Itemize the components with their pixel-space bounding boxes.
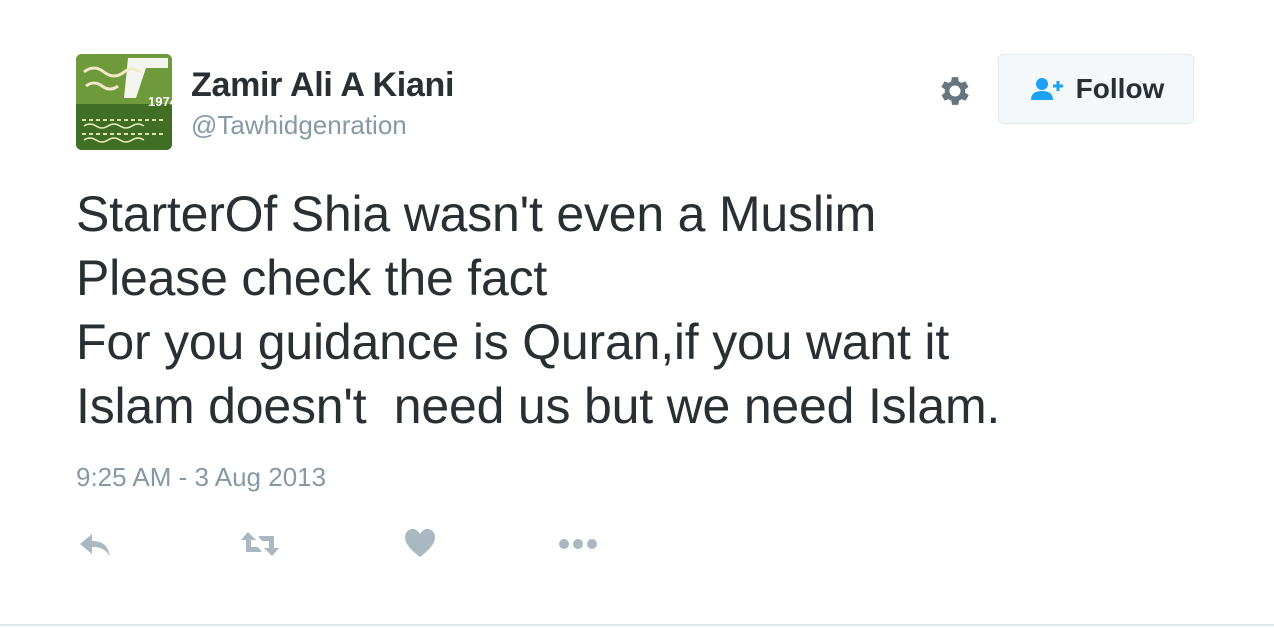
tweet-text: StarterOf Shia wasn't even a Muslim Plea… [76,182,1226,438]
author-handle[interactable]: @Tawhidgenration [191,110,407,141]
tweet-text-line: StarterOf Shia wasn't even a Muslim [76,186,877,242]
follow-label: Follow [1075,73,1165,104]
tweet-text-line: For you guidance is Quran,if you want it [76,314,950,370]
avatar-image: 1974 [76,54,172,150]
bottom-divider [0,624,1274,626]
follow-button[interactable]: Follow [998,54,1194,124]
tweet-text-line: Please check the fact [76,250,548,306]
tweet-timestamp[interactable]: 9:25 AM - 3 Aug 2013 [76,462,326,493]
tweet-actions [76,526,636,562]
avatar[interactable]: 1974 [76,54,172,150]
retweet-icon[interactable] [240,526,280,562]
heart-icon[interactable] [404,526,436,562]
author-name[interactable]: Zamir Ali A Kiani [191,66,454,105]
add-user-icon [1030,78,1063,100]
tweet-text-line: Islam doesn't need us but we need Islam. [76,378,1001,434]
more-icon[interactable] [558,526,600,562]
reply-icon[interactable] [78,526,112,562]
gear-icon[interactable] [936,72,974,110]
tweet-card: 1974 Zamir Ali A Kiani @Tawhidgenration … [0,0,1274,628]
avatar-year: 1974 [148,94,172,109]
